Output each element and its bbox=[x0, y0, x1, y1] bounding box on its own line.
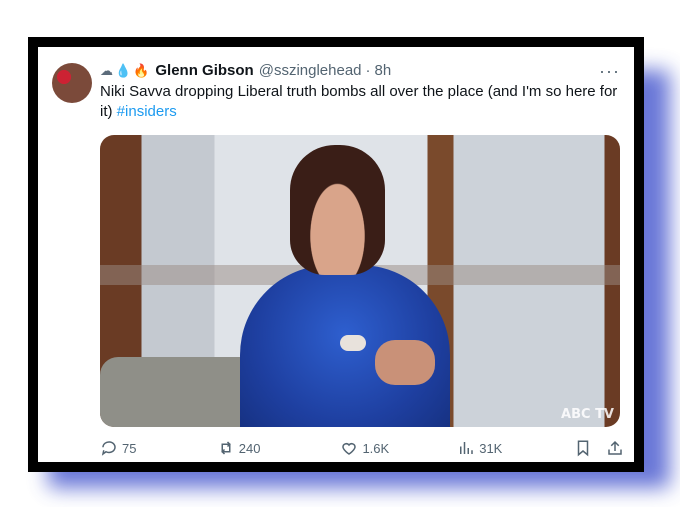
views-bar-icon bbox=[460, 442, 473, 454]
avatar[interactable] bbox=[52, 63, 92, 103]
action-bar: 75 240 1.6K 31K bbox=[100, 439, 624, 457]
reply-button[interactable]: 75 bbox=[100, 439, 217, 457]
tweet-header: ☁ 💧 🔥 Glenn Gibson @sszinglehead · 8h ··… bbox=[52, 61, 620, 122]
user-handle[interactable]: @sszinglehead bbox=[259, 61, 362, 81]
screenshot-frame: ☁ 💧 🔥 Glenn Gibson @sszinglehead · 8h ··… bbox=[28, 37, 644, 472]
abc-tv-logo: ABC TV bbox=[561, 407, 614, 422]
tweet-card[interactable]: ☁ 💧 🔥 Glenn Gibson @sszinglehead · 8h ··… bbox=[38, 47, 634, 462]
views-button[interactable]: 31K bbox=[457, 439, 574, 457]
retweet-button[interactable]: 240 bbox=[217, 439, 341, 457]
reply-icon bbox=[101, 441, 116, 456]
separator-dot: · bbox=[365, 62, 371, 79]
like-count: 1.6K bbox=[362, 440, 390, 456]
views-count: 31K bbox=[479, 440, 503, 456]
fire-icon: 🔥 bbox=[133, 63, 150, 78]
tweet-main: ☁ 💧 🔥 Glenn Gibson @sszinglehead · 8h ··… bbox=[100, 61, 620, 122]
tweet-image[interactable]: ABC TV bbox=[100, 135, 620, 427]
hashtag-link[interactable]: #insiders bbox=[117, 103, 177, 120]
cloud-hat-icon: ☁ bbox=[100, 63, 113, 78]
heart-icon bbox=[342, 443, 357, 455]
person-head bbox=[290, 145, 385, 275]
timestamp[interactable]: 8h bbox=[375, 61, 392, 81]
like-button[interactable]: 1.6K bbox=[340, 439, 457, 457]
droplet-icon: 💧 bbox=[115, 63, 132, 78]
tweet-text-main: Niki Savva dropping Liberal truth bombs … bbox=[100, 83, 618, 120]
retweet-count: 240 bbox=[238, 440, 261, 456]
tweet-text: Niki Savva dropping Liberal truth bombs … bbox=[100, 82, 620, 122]
share-icon[interactable] bbox=[606, 439, 624, 457]
display-name[interactable]: Glenn Gibson bbox=[155, 61, 253, 81]
gesturing-hand bbox=[375, 340, 435, 385]
reply-count: 75 bbox=[122, 440, 137, 456]
brooch bbox=[340, 335, 366, 351]
retweet-icon bbox=[220, 441, 231, 455]
bookmark-icon[interactable] bbox=[574, 439, 592, 457]
action-bar-right bbox=[574, 439, 624, 457]
more-options-icon[interactable]: ··· bbox=[599, 62, 620, 80]
name-row: ☁ 💧 🔥 Glenn Gibson @sszinglehead · 8h ··… bbox=[100, 61, 620, 81]
